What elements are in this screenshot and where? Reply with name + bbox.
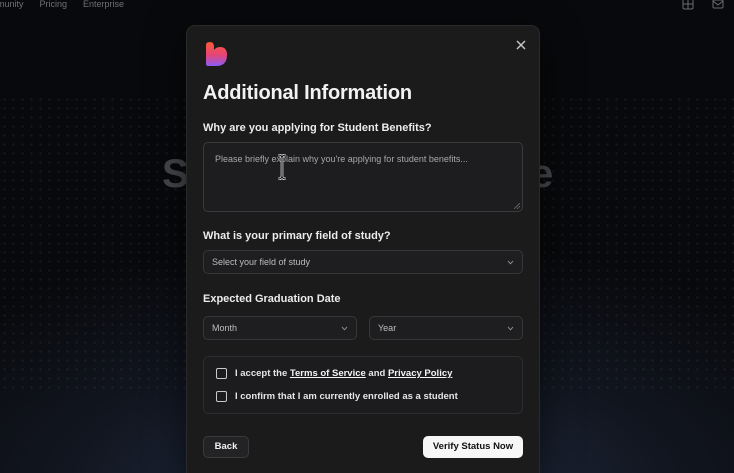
- heart-logo-icon: [206, 42, 227, 66]
- field-of-study-label: What is your primary field of study?: [203, 230, 391, 242]
- verify-status-button[interactable]: Verify Status Now: [423, 436, 523, 458]
- terms-checkbox[interactable]: [216, 368, 227, 379]
- consent-section: I accept the Terms of Service and Privac…: [203, 356, 523, 414]
- terms-consent-row: I accept the Terms of Service and Privac…: [216, 368, 452, 379]
- privacy-policy-link[interactable]: Privacy Policy: [388, 368, 452, 379]
- graduation-month-value: Month: [212, 323, 238, 333]
- reason-placeholder: Please briefly explain why you're applyi…: [215, 154, 468, 164]
- top-nav: munity Pricing Enterprise: [0, 0, 124, 12]
- student-benefits-modal: Additional Information Why are you apply…: [186, 25, 540, 473]
- terms-prefix: I accept the: [235, 368, 290, 379]
- reason-label: Why are you applying for Student Benefit…: [203, 122, 432, 134]
- resize-grip-icon[interactable]: [514, 203, 520, 209]
- enrolled-checkbox[interactable]: [216, 391, 227, 402]
- text-cursor-icon: [277, 154, 287, 180]
- field-of-study-value: Select your field of study: [212, 257, 311, 267]
- nav-item-enterprise[interactable]: Enterprise: [83, 0, 124, 12]
- hero-heading-left-fragment: S: [162, 152, 189, 196]
- chevron-down-icon: [507, 326, 514, 331]
- graduation-year-select[interactable]: Year: [369, 316, 523, 340]
- mail-icon[interactable]: [712, 0, 724, 10]
- graduation-date-label: Expected Graduation Date: [203, 293, 341, 305]
- nav-item-community[interactable]: munity: [0, 0, 24, 12]
- terms-consent-text: I accept the Terms of Service and Privac…: [235, 368, 452, 379]
- grid-icon[interactable]: [682, 0, 694, 10]
- graduation-month-select[interactable]: Month: [203, 316, 357, 340]
- enrolled-consent-text: I confirm that I am currently enrolled a…: [235, 391, 458, 402]
- enrolled-consent-row: I confirm that I am currently enrolled a…: [216, 391, 458, 402]
- reason-textarea[interactable]: Please briefly explain why you're applyi…: [203, 142, 523, 212]
- graduation-year-value: Year: [378, 323, 397, 333]
- modal-title: Additional Information: [203, 82, 412, 104]
- top-icons: [682, 0, 724, 10]
- back-button[interactable]: Back: [203, 436, 249, 458]
- nav-item-pricing[interactable]: Pricing: [40, 0, 68, 12]
- terms-and: and: [365, 368, 388, 379]
- chevron-down-icon: [341, 326, 348, 331]
- chevron-down-icon: [507, 260, 514, 265]
- close-icon[interactable]: [514, 38, 528, 52]
- field-of-study-select[interactable]: Select your field of study: [203, 250, 523, 274]
- terms-of-service-link[interactable]: Terms of Service: [290, 368, 366, 379]
